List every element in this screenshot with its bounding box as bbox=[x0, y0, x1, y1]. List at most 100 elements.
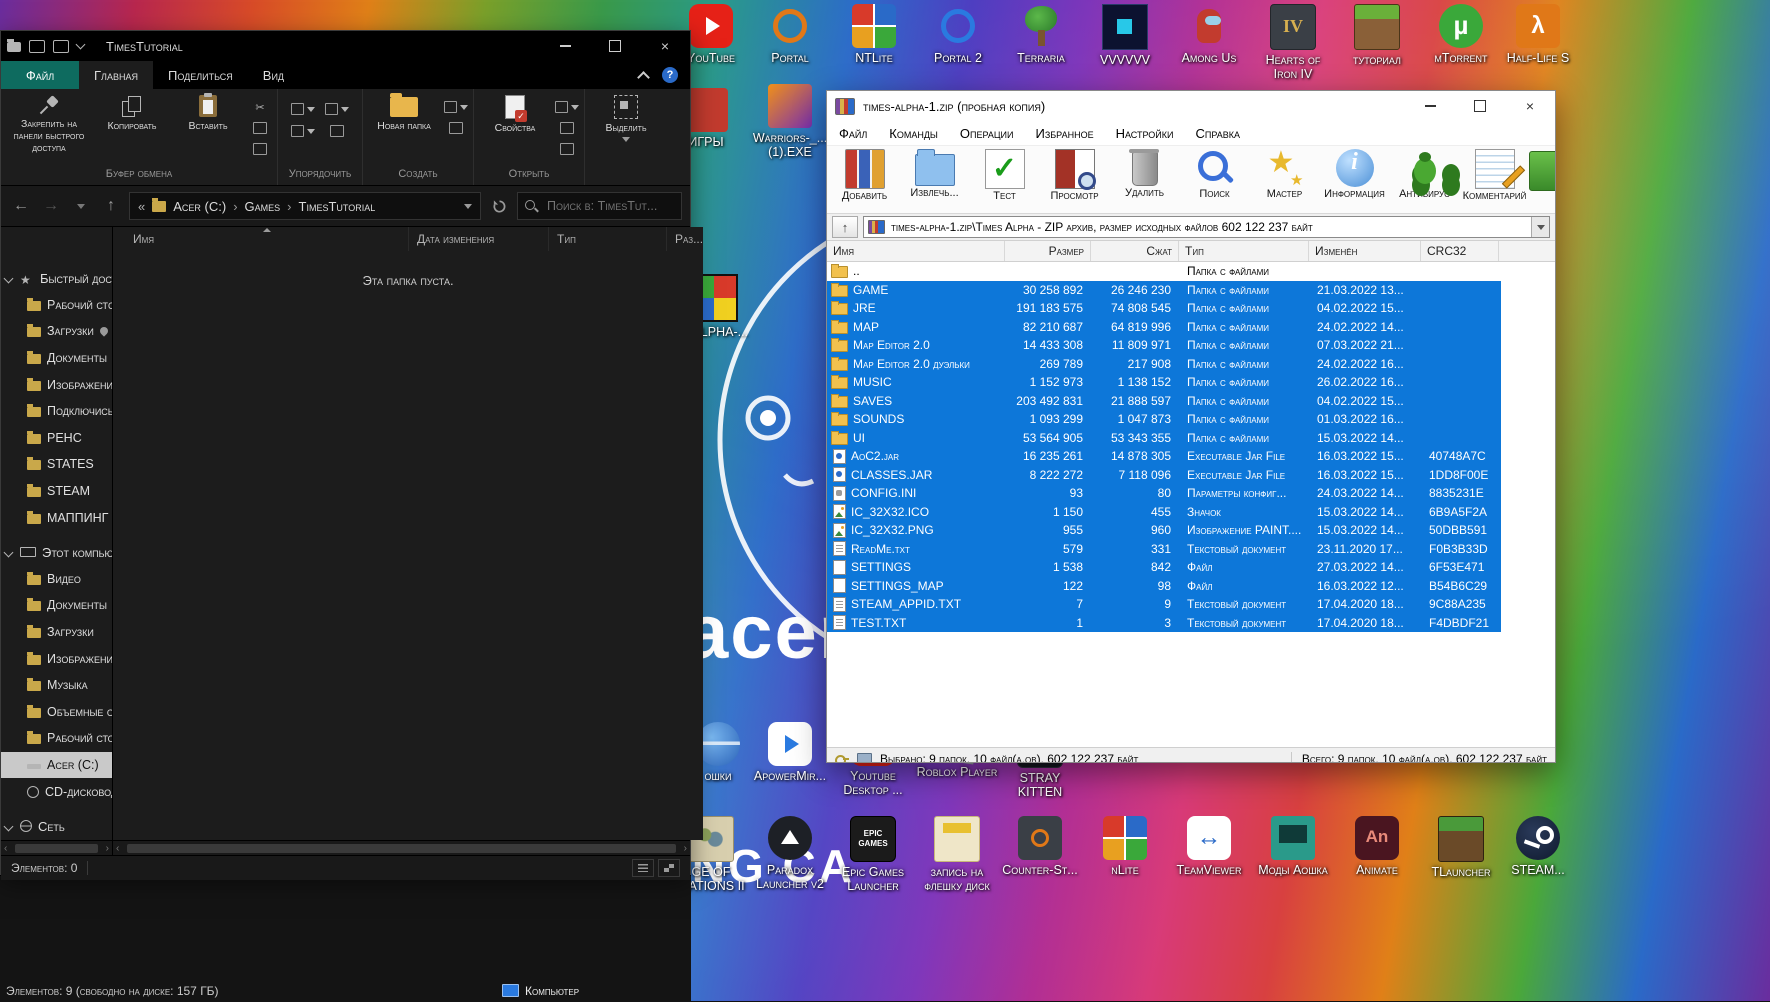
sidebar-item[interactable]: Документы bbox=[1, 345, 112, 372]
desktop-icon[interactable]: nLite bbox=[1083, 816, 1167, 877]
column-date-modified[interactable]: Дата изменения bbox=[408, 227, 548, 251]
sidebar-item[interactable]: STATES bbox=[1, 451, 112, 478]
delete-button[interactable] bbox=[291, 123, 315, 139]
archive-row[interactable]: UI 53 564 905 53 343 355 Папка с файлами… bbox=[827, 428, 1501, 447]
archive-row[interactable]: SETTINGS_MAP 122 98 Файл 16.03.2022 12..… bbox=[827, 576, 1501, 595]
archive-row[interactable]: SAVES 203 492 831 21 888 597 Папка с фай… bbox=[827, 391, 1501, 410]
desktop-icon[interactable]: Portal bbox=[748, 4, 832, 65]
column-modified[interactable]: Изменён bbox=[1309, 241, 1421, 261]
up-one-level-button[interactable]: ↑ bbox=[832, 216, 858, 238]
desktop-icon[interactable]: Among Us bbox=[1167, 4, 1251, 65]
menu-item[interactable]: Операции bbox=[960, 126, 1014, 141]
close-button[interactable]: × bbox=[640, 31, 690, 61]
combo-dropdown-button[interactable] bbox=[1531, 217, 1549, 237]
tab-file[interactable]: Файл bbox=[1, 61, 79, 89]
up-button[interactable]: ↑ bbox=[99, 193, 123, 219]
chevron-down-icon[interactable] bbox=[75, 39, 86, 50]
copy-path-button[interactable] bbox=[248, 120, 272, 136]
key-icon[interactable] bbox=[835, 752, 849, 762]
file-list-area[interactable]: Имя Дата изменения Тип Раз... Эта папка … bbox=[113, 227, 704, 840]
desktop-icon[interactable]: VVVVVV bbox=[1083, 4, 1167, 67]
menu-item[interactable]: Настройки bbox=[1116, 126, 1174, 141]
archive-path-combo[interactable]: times-alpha-1.zip\Times Alpha - ZIP архи… bbox=[863, 216, 1550, 238]
new-item-button[interactable] bbox=[444, 120, 468, 136]
folder-icon[interactable] bbox=[7, 39, 21, 52]
sidebar-item[interactable]: Изображения bbox=[1, 371, 112, 398]
archive-row[interactable]: SETTINGS 1 538 842 Файл 27.03.2022 14...… bbox=[827, 558, 1501, 577]
tab-home[interactable]: Главная bbox=[79, 61, 153, 89]
menu-item[interactable]: Команды bbox=[889, 126, 938, 141]
recent-locations-button[interactable] bbox=[69, 193, 93, 219]
minimize-button[interactable] bbox=[540, 31, 590, 61]
properties-button[interactable]: Свойства bbox=[479, 91, 551, 134]
help-icon[interactable]: ? bbox=[662, 67, 678, 83]
breadcrumb-item[interactable]: Games bbox=[245, 199, 299, 214]
thumbnail-view-button[interactable] bbox=[658, 859, 680, 877]
toolbar-button[interactable]: Комментарий bbox=[1463, 149, 1526, 202]
winrar-titlebar[interactable]: times-alpha-1.zip (пробная копия) × bbox=[827, 91, 1555, 121]
sidebar-item[interactable]: Документы bbox=[1, 592, 112, 619]
sidebar-item[interactable]: Загрузки bbox=[1, 619, 112, 646]
easy-access-button[interactable] bbox=[444, 99, 468, 115]
move-to-button[interactable] bbox=[291, 101, 315, 117]
select-button[interactable]: Выделить bbox=[590, 91, 662, 143]
column-crc32[interactable]: CRC32 bbox=[1421, 241, 1499, 261]
forward-button[interactable]: → bbox=[39, 193, 63, 219]
search-box[interactable] bbox=[517, 192, 682, 220]
column-size[interactable]: Раз... bbox=[666, 227, 703, 251]
sidebar-item[interactable]: Сеть bbox=[1, 813, 112, 840]
toolbar-button[interactable]: Добавить bbox=[833, 149, 896, 202]
toolbar-button[interactable]: Информация bbox=[1323, 149, 1386, 202]
desktop-icon[interactable]: Моды Аошка bbox=[1251, 816, 1335, 877]
edit-button[interactable] bbox=[555, 120, 579, 136]
paste-shortcut-button[interactable] bbox=[248, 141, 272, 157]
copy-button[interactable]: Копировать bbox=[96, 91, 168, 132]
menu-item[interactable]: Справка bbox=[1195, 126, 1240, 141]
tab-view[interactable]: Вид bbox=[248, 61, 299, 89]
desktop-icon[interactable]: Portal 2 bbox=[916, 4, 1000, 65]
column-name[interactable]: Имя bbox=[113, 227, 408, 251]
archive-row[interactable]: ReadMe.txt 579 331 Текстовый документ 23… bbox=[827, 539, 1501, 558]
column-size[interactable]: Размер bbox=[1005, 241, 1091, 261]
main-scrollbar[interactable]: ‹ › bbox=[113, 841, 690, 855]
desktop-icon[interactable]: Terraria bbox=[999, 4, 1083, 65]
desktop-icon[interactable]: Hearts of Iron IV bbox=[1251, 4, 1335, 81]
sidebar-item[interactable]: МАППИНГ bbox=[1, 504, 112, 531]
sidebar-item[interactable]: CD-дисковод ( bbox=[1, 778, 112, 805]
cut-button[interactable]: ✂ bbox=[248, 99, 272, 115]
breadcrumb-item[interactable]: Acer (C:) bbox=[173, 199, 244, 214]
desktop-icon[interactable]: NTLite bbox=[832, 4, 916, 65]
toolbar-button[interactable]: Поиск bbox=[1183, 149, 1246, 202]
address-dropdown-icon[interactable] bbox=[464, 203, 472, 209]
desktop-icon[interactable]: туториал bbox=[1335, 4, 1419, 67]
search-input[interactable] bbox=[545, 198, 674, 214]
scrollbar-thumb[interactable] bbox=[15, 843, 98, 853]
maximize-button[interactable] bbox=[1455, 91, 1505, 121]
archive-row[interactable]: AoC2.jar 16 235 261 14 878 305 Executabl… bbox=[827, 447, 1501, 466]
sidebar-item[interactable]: Рабочий стол bbox=[1, 725, 112, 752]
column-packed[interactable]: Сжат bbox=[1091, 241, 1179, 261]
rename-button[interactable] bbox=[325, 123, 349, 139]
archive-row[interactable]: MUSIC 1 152 973 1 138 152 Папка с файлам… bbox=[827, 373, 1501, 392]
sidebar-item[interactable]: Acer (C:) bbox=[1, 751, 112, 779]
archive-row[interactable]: JRE 191 183 575 74 808 545 Папка с файла… bbox=[827, 299, 1501, 318]
toolbar-button[interactable]: Тест bbox=[973, 149, 1036, 202]
menu-item[interactable]: Файл bbox=[839, 126, 867, 141]
toolbar-button[interactable]: Извлечь... bbox=[903, 149, 966, 202]
column-type[interactable]: Тип bbox=[1179, 241, 1309, 261]
desktop-icon[interactable]: ApowerMir... bbox=[748, 722, 832, 783]
close-button[interactable]: × bbox=[1505, 91, 1555, 121]
desktop-icon[interactable]: Warriors-_... (1).EXE bbox=[748, 84, 832, 159]
desktop-icon[interactable]: запись на флешку диск bbox=[915, 816, 999, 893]
sidebar-item[interactable]: Музыка bbox=[1, 672, 112, 699]
sidebar-item[interactable]: Видео bbox=[1, 566, 112, 593]
expander-chevron-icon[interactable] bbox=[3, 821, 14, 832]
background-explorer-window[interactable]: Элементов: 9 (свободно на диске: 157 ГБ) bbox=[0, 875, 691, 1002]
sfx-button-partial[interactable] bbox=[1529, 151, 1555, 191]
archive-row[interactable]: IC_32X32.PNG 955 960 Изображение PAINT..… bbox=[827, 521, 1501, 540]
toolbar-button[interactable]: Антивирус bbox=[1393, 149, 1456, 202]
breadcrumb-item[interactable]: TimesTutorial bbox=[299, 199, 376, 214]
toolbar-button[interactable]: Мастер bbox=[1253, 146, 1316, 202]
quick-access-button[interactable] bbox=[53, 39, 69, 53]
archive-row[interactable]: Map Editor 2.0 дуэльки 269 789 217 908 П… bbox=[827, 354, 1501, 373]
